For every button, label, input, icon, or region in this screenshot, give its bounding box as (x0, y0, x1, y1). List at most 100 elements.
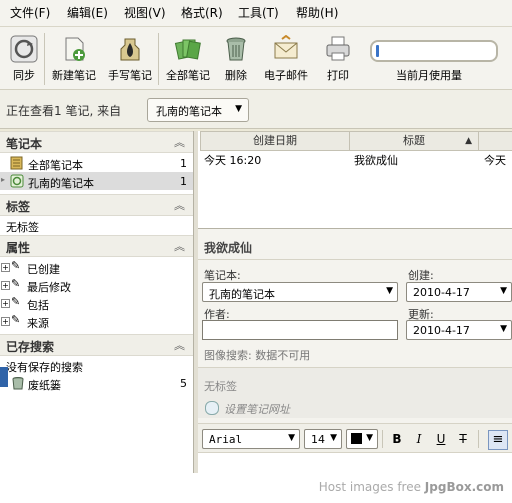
saved-searches-header-label: 已存搜索 (6, 340, 55, 354)
attributes-header-label: 属性 (6, 241, 31, 255)
tags-field[interactable]: 无标签 (204, 378, 237, 394)
color-swatch (351, 433, 362, 444)
font-size-select[interactable]: 14 ▼ (304, 429, 342, 449)
notebook-filter-select[interactable]: 孔南的笔记本 ▼ (147, 98, 249, 122)
expand-icon[interactable]: + (1, 317, 10, 326)
new-note-button[interactable]: 新建笔记 (48, 35, 100, 87)
chevron-down-icon: ▼ (366, 433, 373, 443)
updated-date-value: 2010-4-17 (413, 324, 470, 337)
attributes-section-header[interactable]: 属性 ︽ (0, 235, 193, 257)
saved-searches-section-header[interactable]: 已存搜索 ︽ (0, 334, 193, 356)
strikethrough-icon[interactable]: T (454, 430, 472, 448)
monthly-usage-bar (370, 40, 498, 62)
toolbar-separator (44, 33, 45, 85)
expand-icon[interactable]: + (1, 263, 10, 272)
sidebar-item-label: 废纸篓 (28, 379, 61, 392)
formatting-toolbar: Arial ▼ 14 ▼ ▼ B I U T ≡ (198, 423, 512, 453)
collapse-icon[interactable]: ︽ (174, 337, 185, 353)
notebook-select[interactable]: 孔南的笔记本 ▼ (202, 282, 398, 302)
ink-note-icon (120, 38, 140, 61)
toolbar-separator (382, 430, 383, 448)
toolbar-separator (158, 33, 159, 85)
sidebar-item-my-notebook[interactable]: ▸ 孔南的笔记本 1 (0, 172, 193, 190)
notebooks-header-label: 笔记本 (6, 137, 43, 151)
toolbar: 同步 新建笔记 手写笔记 全部笔记 删除 电子邮件 打印 当前月使用量 (0, 27, 512, 90)
footer: Host images free JpgBox.com (0, 473, 512, 503)
note-title[interactable]: 我欲成仙 (204, 239, 252, 256)
sidebar-item-count: 1 (180, 157, 187, 170)
menu-tools[interactable]: 工具(T) (238, 6, 279, 20)
align-left-icon[interactable]: ≡ (488, 430, 508, 450)
sidebar-item-count: 5 (180, 377, 187, 390)
email-label: 电子邮件 (264, 69, 308, 82)
arrow-right-icon: ▸ (1, 175, 6, 184)
chevron-down-icon: ▼ (288, 433, 295, 443)
sidebar-item-no-tags[interactable]: 无标签 (0, 216, 193, 234)
chevron-down-icon: ▼ (500, 286, 507, 296)
sidebar-item-trash[interactable]: 废纸篓 5 (0, 374, 193, 392)
sidebar-item-contains[interactable]: + ✎ 包括 (0, 294, 193, 312)
toolbar-separator (478, 430, 479, 448)
divider (198, 259, 512, 260)
ink-note-label: 手写笔记 (108, 69, 152, 82)
print-label: 打印 (327, 69, 349, 82)
underline-icon[interactable]: U (432, 430, 450, 448)
column-header-created[interactable]: 创建日期 (200, 131, 350, 151)
sync-notebook-icon (10, 174, 24, 188)
menu-format[interactable]: 格式(R) (181, 6, 223, 20)
collapse-icon[interactable]: ︽ (174, 238, 185, 254)
row-title: 我欲成仙 (354, 154, 398, 167)
collapse-icon[interactable]: ︽ (174, 134, 185, 150)
all-notes-icon (174, 39, 201, 60)
row-created-date: 今天 16:20 (204, 154, 262, 167)
sidebar-item-last-modified[interactable]: + ✎ 最后修改 (0, 276, 193, 294)
ink-note-button[interactable]: 手写笔记 (104, 35, 156, 87)
sync-icon (10, 35, 38, 63)
viewing-bar: 正在查看1 笔记, 来自 孔南的笔记本 ▼ (0, 90, 512, 129)
font-family-select[interactable]: Arial ▼ (202, 429, 300, 449)
author-field[interactable] (202, 320, 398, 340)
notebook-select-value: 孔南的笔记本 (209, 288, 275, 301)
sidebar-item-label: 已创建 (27, 263, 60, 276)
sidebar-item-created[interactable]: + ✎ 已创建 (0, 258, 193, 276)
sync-label: 同步 (13, 69, 35, 82)
created-date-picker[interactable]: 2010-4-17 ▼ (406, 282, 512, 302)
note-body[interactable] (198, 453, 512, 473)
notebook-filter-value: 孔南的笔记本 (156, 105, 222, 118)
link-icon (205, 401, 219, 415)
menu-edit[interactable]: 编辑(E) (67, 6, 108, 20)
note-url-field[interactable]: 设置笔记网址 (224, 401, 290, 417)
sync-button[interactable]: 同步 (8, 35, 40, 87)
column-header-label: 创建日期 (253, 134, 297, 147)
pencil-icon: ✎ (11, 277, 21, 290)
image-search-status: 图像搜索: 数据不可用 (204, 349, 311, 362)
monthly-usage-fill (376, 45, 379, 57)
sidebar-item-all-notebooks[interactable]: 全部笔记本 1 (0, 154, 193, 172)
column-header-label: 标题 (403, 134, 425, 147)
notebook-field-label: 笔记本: (204, 269, 241, 282)
sidebar-item-label: 没有保存的搜索 (6, 361, 83, 374)
menu-view[interactable]: 视图(V) (124, 6, 166, 20)
delete-button[interactable]: 删除 (220, 35, 252, 87)
text-color-select[interactable]: ▼ (346, 429, 378, 449)
all-notes-button[interactable]: 全部笔记 (162, 35, 214, 87)
note-list: 创建日期 标题 ▲ 今天 16:20 我欲成仙 今天 (198, 131, 512, 229)
tags-section-header[interactable]: 标签 ︽ (0, 194, 193, 216)
menu-file[interactable]: 文件(F) (10, 6, 50, 20)
created-date-value: 2010-4-17 (413, 286, 470, 299)
expand-icon[interactable]: + (1, 299, 10, 308)
sidebar-item-source[interactable]: + ✎ 来源 (0, 312, 193, 330)
notebooks-section-header[interactable]: 笔记本 ︽ (0, 131, 193, 153)
column-header-extra[interactable] (478, 131, 512, 151)
collapse-icon[interactable]: ︽ (174, 197, 185, 213)
italic-icon[interactable]: I (410, 430, 428, 448)
font-size-value: 14 (311, 433, 325, 446)
email-button[interactable]: 电子邮件 (260, 35, 312, 87)
bold-icon[interactable]: B (388, 430, 406, 448)
menu-help[interactable]: 帮助(H) (296, 6, 338, 20)
updated-date-picker[interactable]: 2010-4-17 ▼ (406, 320, 512, 340)
font-family-value: Arial (209, 433, 243, 446)
expand-icon[interactable]: + (1, 281, 10, 290)
column-header-title[interactable]: 标题 ▲ (349, 131, 479, 151)
print-button[interactable]: 打印 (322, 35, 354, 87)
